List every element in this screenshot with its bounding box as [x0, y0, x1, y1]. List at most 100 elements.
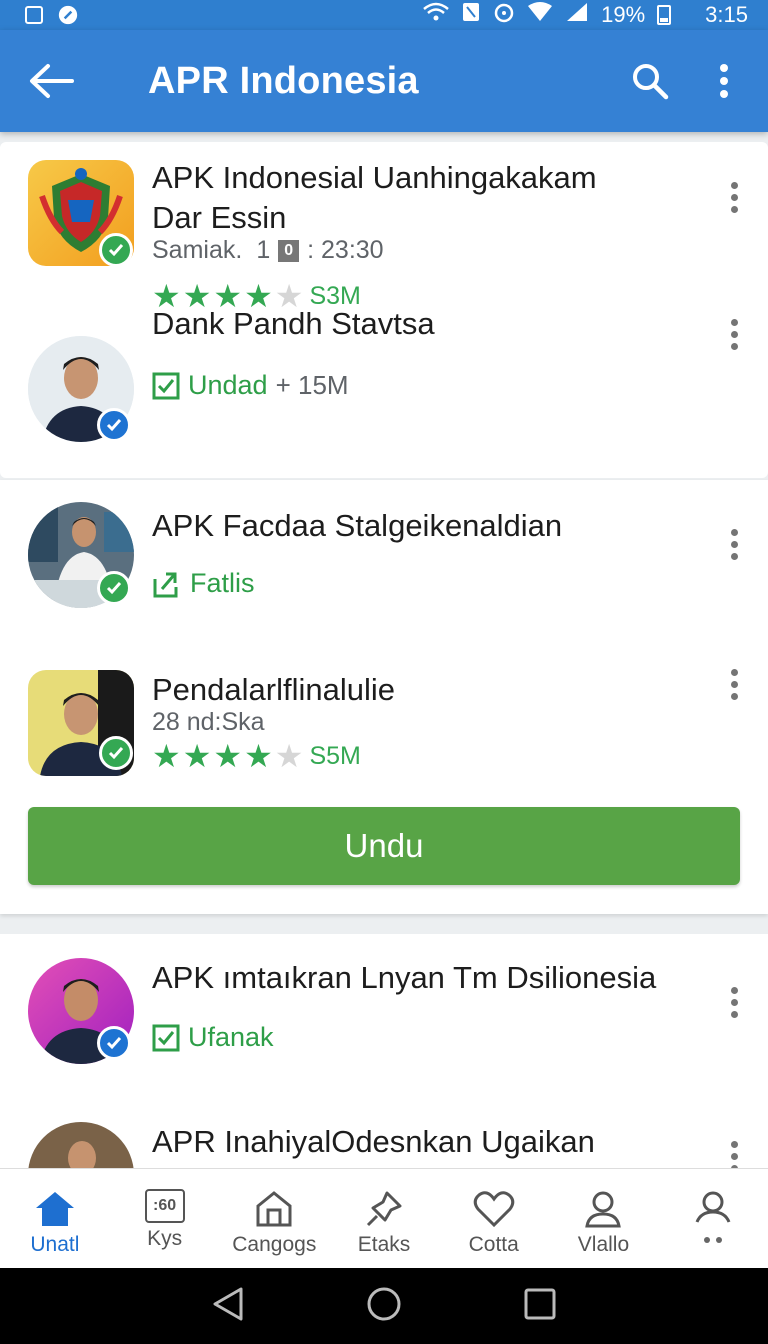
bottom-navigation: Unatl :60 Kys Cangogs Etaks Cotta Vlallo: [0, 1168, 768, 1268]
item-title: APR InahiyalOdesnkan Ugaikan: [152, 1124, 595, 1159]
item-meta-time: : 23:30: [307, 236, 384, 264]
item-status: Ufanak: [152, 1022, 274, 1053]
status-time: 3:15: [705, 2, 748, 27]
nav-label: Vlallo: [577, 1233, 630, 1256]
battery-icon: [657, 5, 672, 25]
system-back-button[interactable]: [211, 1286, 245, 1327]
item-more-button[interactable]: [720, 980, 748, 1024]
star-icon: ★: [182, 738, 212, 774]
verified-badge-icon: [99, 736, 133, 770]
triangle-back-icon: [213, 1287, 243, 1320]
nav-label: Kys: [147, 1227, 183, 1250]
share-icon: [153, 572, 178, 597]
search-icon: [633, 64, 669, 100]
nav-label: Unatl: [30, 1233, 80, 1256]
person-icon: [580, 1189, 626, 1229]
cell-signal-icon: [565, 2, 589, 28]
home-icon: [32, 1189, 78, 1229]
status-bar: 19% 3:15: [0, 0, 768, 30]
item-more-button[interactable]: [720, 662, 748, 706]
item-meta-source: Samiak.: [152, 236, 243, 264]
item-more-button[interactable]: [720, 175, 748, 219]
item-status-label: Ufanak: [188, 1022, 274, 1052]
page-title: APR Indonesia: [148, 59, 419, 102]
checkbox-checked-icon: [152, 372, 180, 399]
item-status: Undad + 15M: [152, 370, 349, 401]
sim-icon: [461, 1, 481, 29]
signal-wifi-icon: [527, 2, 553, 28]
nav-label: Cotta: [468, 1233, 519, 1256]
app-list-card: APK Facdaa Stalgeikenaldian Fatlis Penda…: [0, 480, 768, 914]
item-meta: Samiak. 1 0 : 23:30: [152, 236, 384, 265]
alarm-icon: [493, 1, 515, 29]
overflow-menu-button[interactable]: [702, 59, 746, 103]
star-icon: ★: [213, 738, 243, 774]
download-button[interactable]: Undu: [28, 807, 740, 885]
system-recents-button[interactable]: [523, 1287, 557, 1326]
system-navigation-bar: [0, 1268, 768, 1344]
item-meta-box: 0: [278, 239, 300, 262]
item-meta: 28 nd:Ska: [152, 708, 265, 736]
list-item[interactable]: Pendalarlflinalulie 28 nd:Ska ★ ★ ★ ★ ★ …: [0, 650, 768, 790]
list-item[interactable]: APK Facdaa Stalgeikenaldian Fatlis: [0, 480, 768, 650]
item-title: Pendalarlflinalulie: [152, 672, 395, 707]
list-item[interactable]: APR InahiyalOdesnkan Ugaikan: [0, 1104, 768, 1174]
item-status: Fatlis: [152, 568, 255, 599]
nav-item-account[interactable]: [658, 1169, 768, 1268]
nav-item-categories[interactable]: Cangogs: [219, 1169, 329, 1268]
gallery-notification-icon: [24, 5, 44, 25]
nav-item-kys[interactable]: :60 Kys: [110, 1169, 220, 1268]
verified-badge-icon: [97, 571, 131, 605]
counter-icon: :60: [144, 1189, 185, 1223]
nav-item-home[interactable]: Unatl: [0, 1169, 110, 1268]
app-notification-icon: [58, 5, 78, 25]
app-list-card: APK ımtaıkran Lnyan Tm Dsilionesia Ufana…: [0, 934, 768, 1174]
nav-more-dots: [704, 1237, 723, 1243]
nav-label: Etaks: [357, 1233, 411, 1256]
account-icon: [690, 1189, 736, 1229]
item-title: APK Indonesial Uanhingakakam Dar Essin: [152, 158, 597, 238]
star-icon: ★: [244, 738, 273, 774]
item-status-label: Fatlis: [190, 568, 255, 598]
item-title-line2: Dar Essin: [152, 200, 287, 235]
heart-icon: [471, 1189, 517, 1229]
more-vert-icon: [720, 64, 728, 98]
square-recents-icon: [524, 1288, 556, 1319]
item-downloads: + 15M: [275, 370, 349, 400]
list-item[interactable]: APK Indonesial Uanhingakakam Dar Essin S…: [0, 142, 768, 322]
item-title: Dank Pandh Stavtsa: [152, 306, 435, 341]
item-title: APK Facdaa Stalgeikenaldian: [152, 508, 563, 543]
store-icon: [251, 1189, 297, 1229]
list-item[interactable]: APK ımtaıkran Lnyan Tm Dsilionesia Ufana…: [0, 934, 768, 1104]
list-item[interactable]: Dank Pandh Stavtsa Undad + 15M: [0, 306, 768, 478]
circle-home-icon: [367, 1287, 401, 1320]
pin-icon: [361, 1189, 407, 1229]
item-status-label: Undad: [188, 370, 268, 400]
verified-badge-icon: [97, 1026, 131, 1060]
system-home-button[interactable]: [366, 1286, 402, 1327]
wifi-icon: [423, 2, 449, 28]
item-more-button[interactable]: [720, 312, 748, 356]
back-button[interactable]: [26, 56, 76, 106]
search-button[interactable]: [628, 59, 672, 103]
nav-item-favorites[interactable]: Cotta: [439, 1169, 549, 1268]
battery-percent: 19%: [601, 2, 646, 27]
avatar: [28, 1122, 134, 1174]
star-rating: ★ ★ ★ ★ ★ S5M: [152, 740, 361, 772]
checkbox-checked-icon: [152, 1024, 180, 1051]
nav-item-profile[interactable]: Vlallo: [549, 1169, 659, 1268]
app-list-card: APK Indonesial Uanhingakakam Dar Essin S…: [0, 142, 768, 478]
download-count: S5M: [309, 741, 361, 770]
nav-item-etaks[interactable]: Etaks: [329, 1169, 439, 1268]
back-arrow-icon: [30, 64, 74, 98]
item-more-button[interactable]: [720, 522, 748, 566]
star-empty-icon: ★: [274, 738, 304, 774]
verified-badge-icon: [99, 233, 133, 267]
nav-label: Cangogs: [232, 1233, 317, 1256]
verified-badge-icon: [97, 408, 131, 442]
app-bar: APR Indonesia: [0, 30, 768, 132]
star-icon: ★: [152, 738, 181, 774]
item-title-line1: APK Indonesial Uanhingakakam: [152, 160, 597, 195]
item-title: APK ımtaıkran Lnyan Tm Dsilionesia: [152, 960, 657, 995]
item-meta-count: 1: [256, 236, 271, 264]
